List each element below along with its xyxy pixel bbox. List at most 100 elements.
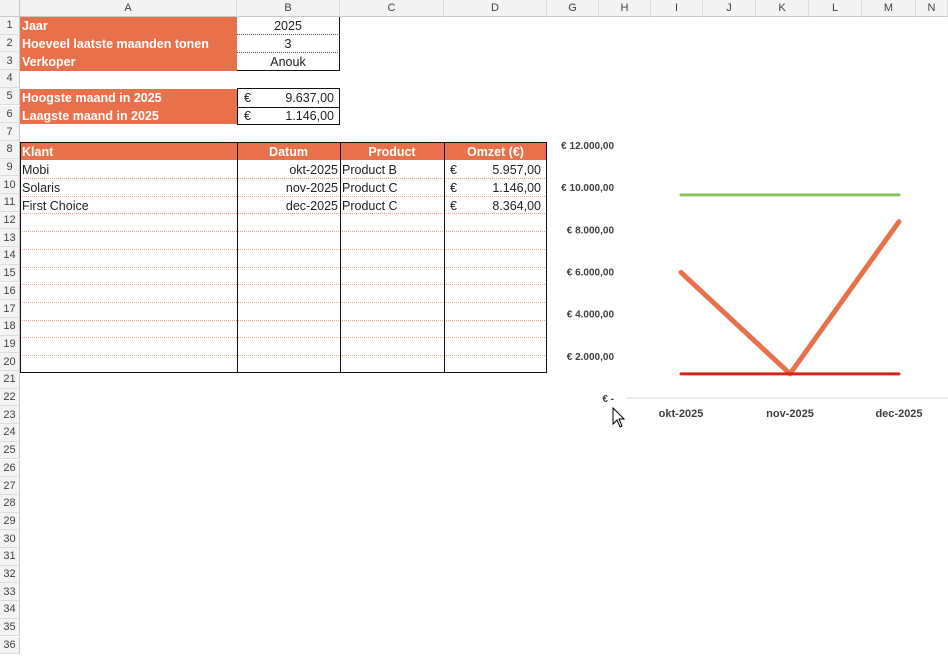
column-header-d[interactable]: D	[444, 0, 547, 17]
row-header-5[interactable]: 5	[0, 87, 20, 106]
row-header-10[interactable]: 10	[0, 176, 20, 194]
table-row-3-klant[interactable]: First Choice	[20, 197, 237, 214]
column-header-a[interactable]: A	[20, 0, 237, 17]
summary-laagste-label[interactable]: Laagste maand in 2025	[20, 107, 237, 124]
column-header-j[interactable]: J	[703, 0, 756, 17]
column-header-c[interactable]: C	[340, 0, 444, 17]
row-header-24[interactable]: 24	[0, 424, 20, 442]
column-header-l[interactable]: L	[809, 0, 862, 17]
param-jaar-label[interactable]: Jaar	[20, 17, 237, 35]
row-header-7[interactable]: 7	[0, 123, 20, 141]
row-header-16[interactable]: 16	[0, 282, 20, 301]
row-header-19[interactable]: 19	[0, 335, 20, 354]
row-header-18[interactable]: 18	[0, 317, 20, 336]
row-header-9[interactable]: 9	[0, 158, 20, 177]
column-header-k[interactable]: K	[756, 0, 809, 17]
y-tick-label: € 2.000,00	[567, 352, 615, 363]
table-header-product[interactable]: Product	[340, 143, 444, 160]
table-border-bottom	[20, 372, 547, 373]
row-header-20[interactable]: 20	[0, 353, 20, 371]
summary-hoogste-cell[interactable]: € 9.637,00	[237, 88, 340, 107]
row-header-30[interactable]: 30	[0, 530, 20, 548]
param-maanden-value[interactable]: 3	[237, 35, 340, 53]
table-row-3-omzet: 8.364,00	[492, 198, 541, 213]
row-header-31[interactable]: 31	[0, 548, 20, 566]
row-header-26[interactable]: 26	[0, 459, 20, 478]
table-row-2-klant[interactable]: Solaris	[20, 179, 237, 196]
row-header-29[interactable]: 29	[0, 512, 20, 531]
table-column-border	[546, 142, 547, 373]
y-axis-ticks: € - € 2.000,00 € 4.000,00 € 6.000,00 € 8.000…	[561, 141, 614, 405]
row-header-3[interactable]: 3	[0, 52, 20, 71]
table-row-1-omzet-cell[interactable]: € 5.957,00	[444, 161, 547, 178]
row-header-2[interactable]: 2	[0, 34, 20, 53]
row-header-28[interactable]: 28	[0, 494, 20, 513]
table-row-2-omzet-cell[interactable]: € 1.146,00	[444, 179, 547, 196]
column-header-b[interactable]: B	[237, 0, 340, 17]
table-row-1-klant[interactable]: Mobi	[20, 161, 237, 178]
row-header-25[interactable]: 25	[0, 441, 20, 460]
spreadsheet[interactable]: ABCDGHIJKLMN 1 2 3 4 5 6 7 8 9 10 11 12 13 14 15 16 17 18…	[0, 0, 948, 658]
summary-hoogste-label[interactable]: Hoogste maand in 2025	[20, 89, 237, 107]
param-maanden-label[interactable]: Hoeveel laatste maanden tonen	[20, 35, 237, 53]
row-header-27[interactable]: 27	[0, 477, 20, 495]
table-border-top	[20, 142, 547, 143]
row-header-4[interactable]: 4	[0, 70, 20, 88]
column-header-i[interactable]: I	[651, 0, 703, 17]
x-axis-ticks: okt-2025 nov-2025 dec-2025	[659, 408, 923, 420]
x-tick-label: dec-2025	[875, 408, 922, 420]
row-header-11[interactable]: 11	[0, 194, 20, 212]
row-header-34[interactable]: 34	[0, 601, 20, 619]
table-row-1-datum[interactable]: okt-2025	[237, 161, 340, 178]
row-header-12[interactable]: 12	[0, 211, 20, 230]
summary-laagste-currency: €	[244, 109, 251, 123]
table-row-2-product[interactable]: Product C	[340, 179, 444, 196]
table-row-2-currency: €	[450, 180, 457, 195]
column-header-h[interactable]: H	[599, 0, 651, 17]
column-header-m[interactable]: M	[862, 0, 916, 17]
summary-laagste-cell[interactable]: € 1.146,00	[237, 107, 340, 125]
select-all-corner[interactable]	[0, 0, 20, 17]
row-header-22[interactable]: 22	[0, 388, 20, 407]
series-line-1[interactable]	[678, 219, 902, 377]
table-row-divider	[20, 355, 547, 356]
row-header-6[interactable]: 6	[0, 105, 20, 124]
param-jaar-value[interactable]: 2025	[237, 17, 340, 35]
table-row-3-omzet-cell[interactable]: € 8.364,00	[444, 197, 547, 214]
table-row-1-product[interactable]: Product B	[340, 161, 444, 178]
table-header-datum[interactable]: Datum	[237, 143, 340, 160]
y-tick-label: € 8.000,00	[567, 225, 615, 236]
table-row-divider	[20, 319, 547, 321]
table-row-divider	[20, 301, 547, 303]
table-row-2-datum[interactable]: nov-2025	[237, 179, 340, 196]
row-header-14[interactable]: 14	[0, 247, 20, 265]
row-header-1[interactable]: 1	[0, 17, 20, 35]
column-header-n[interactable]: N	[916, 0, 948, 17]
column-header-g[interactable]: G	[547, 0, 599, 17]
row-header-33[interactable]: 33	[0, 583, 20, 602]
table-row-3-datum[interactable]: dec-2025	[237, 197, 340, 214]
table-row-divider	[20, 337, 547, 339]
table-row-3-product[interactable]: Product C	[340, 197, 444, 214]
table-header-klant[interactable]: Klant	[20, 143, 237, 160]
row-header-13[interactable]: 13	[0, 229, 20, 248]
row-header-17[interactable]: 17	[0, 300, 20, 318]
table-column-border	[237, 142, 238, 373]
row-header-21[interactable]: 21	[0, 371, 20, 389]
row-header-15[interactable]: 15	[0, 264, 20, 283]
row-header-23[interactable]: 23	[0, 406, 20, 425]
y-tick-label: € 6.000,00	[567, 268, 615, 279]
table-column-border	[444, 142, 445, 373]
param-verkoper-value[interactable]: Anouk	[237, 53, 340, 71]
x-tick-label: nov-2025	[766, 408, 814, 420]
row-header-36[interactable]: 36	[0, 636, 20, 655]
table-header-omzet[interactable]: Omzet (€)	[444, 143, 547, 160]
row-header-35[interactable]: 35	[0, 618, 20, 637]
y-tick-label: € 4.000,00	[567, 310, 615, 321]
row-header-8[interactable]: 8	[0, 140, 20, 159]
table-row-1-currency: €	[450, 162, 457, 177]
table-row-divider	[20, 178, 547, 179]
row-header-32[interactable]: 32	[0, 565, 20, 584]
y-tick-label: € 10.000,00	[561, 183, 614, 194]
param-verkoper-label[interactable]: Verkoper	[20, 53, 237, 71]
